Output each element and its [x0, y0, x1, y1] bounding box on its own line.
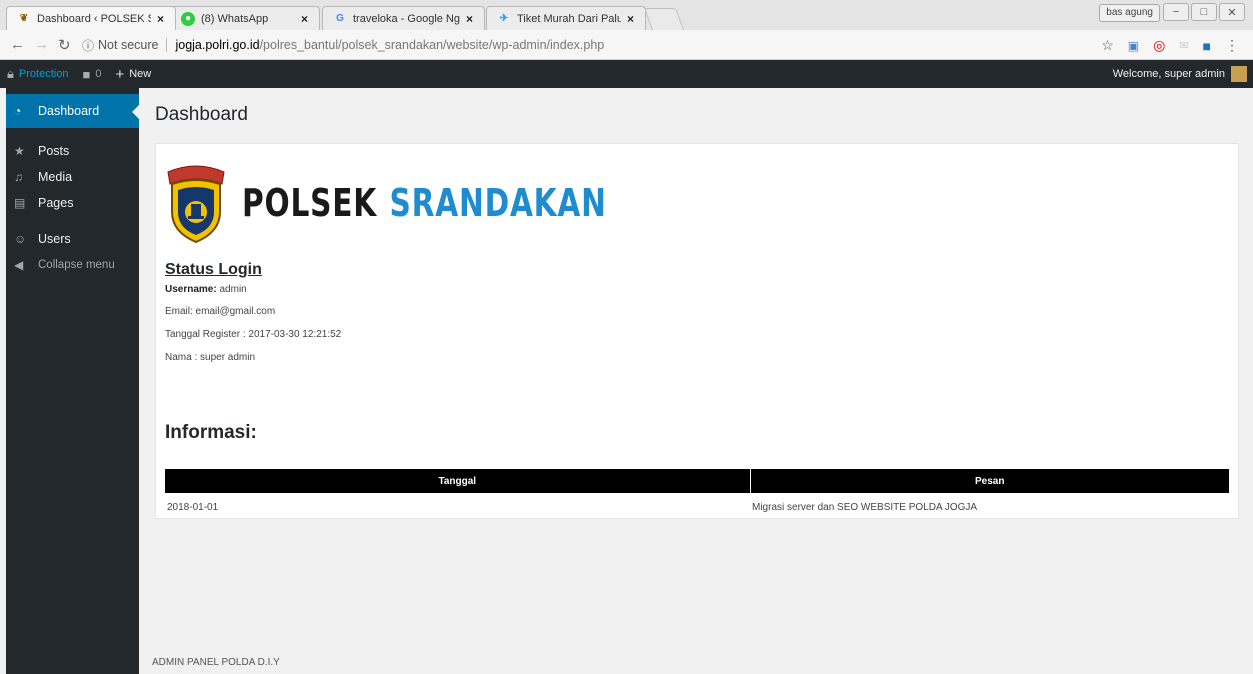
sidebar-item-label: Pages — [38, 196, 74, 210]
users-icon: ☺ — [14, 232, 27, 246]
sidebar-item-media[interactable]: ♫ Media — [6, 164, 139, 190]
sidebar-item-posts[interactable]: ★ Posts — [6, 138, 139, 164]
whatsapp-icon: ● — [181, 11, 195, 26]
table-row: 2018-01-01 Migrasi server dan SEO WEBSIT… — [165, 493, 1229, 521]
cell-tanggal: 2018-01-01 — [167, 501, 219, 513]
sidebar-item-label: Users — [38, 232, 71, 246]
username-value: admin — [219, 284, 247, 295]
browser-toolbar: ← → ↻ ⓘ Not secure jogja.polri.go.id /po… — [0, 30, 1253, 60]
traveloka-icon: ✈ — [499, 13, 509, 24]
pages-icon: ▤ — [14, 196, 26, 210]
close-icon[interactable]: × — [466, 12, 478, 26]
address-bar[interactable]: ⓘ Not secure jogja.polri.go.id /polres_b… — [82, 34, 1102, 56]
tab-title: Tiket Murah Dari Palu ke — [517, 12, 621, 25]
bookmark-star-icon[interactable]: ☆ — [1101, 37, 1114, 54]
comments-count: 0 — [95, 68, 102, 80]
new-label: New — [129, 68, 152, 80]
collapse-menu-button[interactable]: ◀ Collapse menu — [6, 252, 139, 278]
avatar — [1231, 66, 1247, 82]
collapse-icon: ◀ — [14, 258, 24, 272]
google-icon: G — [336, 13, 344, 24]
column-header-pesan: Pesan — [750, 469, 1229, 493]
forward-arrow-icon[interactable]: → — [34, 36, 49, 53]
close-icon[interactable]: × — [157, 12, 169, 26]
police-badge-icon: ❦ — [19, 13, 29, 24]
sidebar-item-label: Dashboard — [38, 104, 100, 118]
extension-opera-icon[interactable]: ◎ — [1153, 37, 1165, 54]
register-date-line: Tanggal Register : 2017-03-30 12:21:52 — [165, 329, 342, 340]
email-line: Email: email@gmail.com — [165, 306, 276, 317]
sidebar-item-label: Media — [38, 170, 73, 184]
status-login-heading: Status Login — [165, 261, 262, 278]
new-content-link[interactable]: + New — [108, 60, 158, 88]
sidebar-item-dashboard[interactable]: ◔ Dashboard — [6, 94, 140, 128]
site-logo: POLSEK SRANDAKAN — [164, 162, 710, 244]
divider — [166, 38, 168, 52]
browser-tab-traveloka[interactable]: ✈ Tiket Murah Dari Palu ke × — [486, 6, 646, 30]
logo-word-srandakan: SRANDAKAN — [389, 181, 607, 225]
media-icon: ♫ — [14, 170, 23, 184]
minimize-icon[interactable]: − — [1163, 3, 1189, 21]
dashboard-icon: ◔ — [14, 104, 22, 118]
username-line: Username: admin — [165, 284, 247, 295]
sidebar-item-label: Posts — [38, 144, 70, 158]
admin-sidebar: ◔ Dashboard ★ Posts ♫ Media ▤ Pages ☺ Us… — [6, 88, 140, 674]
lock-icon: 🔒︎ — [7, 66, 14, 81]
tab-title: traveloka - Google Nggo — [353, 12, 460, 25]
tab-title: (8) WhatsApp — [201, 12, 269, 25]
pin-icon: ★ — [14, 144, 25, 158]
welcome-text: Welcome, super admin — [1112, 68, 1225, 80]
cell-pesan: Migrasi server dan SEO WEBSITE POLDA JOG… — [752, 501, 978, 513]
plus-icon: + — [115, 65, 125, 83]
browser-menu-icon[interactable]: ⋮ — [1225, 37, 1239, 54]
dashboard-panel: POLSEK SRANDAKAN Status Login Username: a… — [155, 143, 1239, 519]
sidebar-item-users[interactable]: ☺ Users — [6, 226, 139, 252]
username-label: Username: — [165, 284, 217, 295]
informasi-table: Tanggal Pesan 2018-01-01 Migrasi server … — [165, 469, 1229, 521]
comments-link[interactable]: ■ 0 — [75, 60, 108, 88]
close-icon[interactable]: × — [301, 12, 313, 26]
url-host: jogja.polri.go.id — [175, 38, 260, 52]
page-title: Dashboard — [155, 104, 248, 125]
window-close-icon[interactable]: ✕ — [1219, 3, 1245, 21]
browser-tab-google[interactable]: G traveloka - Google Nggo × — [322, 6, 485, 30]
window-controls: − □ ✕ — [1163, 3, 1245, 21]
security-indicator: Not secure — [98, 38, 159, 52]
informasi-heading: Informasi: — [165, 422, 257, 443]
police-badge-icon — [167, 165, 225, 244]
sidebar-item-label: Collapse menu — [38, 259, 115, 271]
extension-mail-icon[interactable]: ✉ — [1179, 39, 1188, 52]
maximize-icon[interactable]: □ — [1191, 3, 1217, 21]
protection-link[interactable]: 🔒︎ Protection — [0, 60, 75, 88]
url-path: /polres_bantul/polsek_srandakan/website/… — [259, 38, 605, 52]
name-line: Nama : super admin — [165, 352, 256, 363]
extension-badge-icon[interactable]: ■ — [1203, 38, 1211, 54]
logo-wordmark: POLSEK SRANDAKAN — [242, 181, 607, 225]
browser-tab-strip: ❦ Dashboard ‹ POLSEK SRA × ● (8) WhatsAp… — [0, 0, 1253, 30]
tab-title: Dashboard ‹ POLSEK SRA — [37, 12, 151, 25]
browser-tab-whatsapp[interactable]: ● (8) WhatsApp × — [170, 6, 320, 30]
extension-translate-icon[interactable]: ▣ — [1128, 39, 1139, 53]
back-arrow-icon[interactable]: ← — [10, 36, 25, 53]
extensions-area: ☆ ▣ ◎ ✉ ■ ⋮ — [1101, 37, 1239, 54]
info-circle-icon[interactable]: ⓘ — [82, 37, 94, 54]
reload-icon[interactable]: ↻ — [58, 36, 71, 54]
close-icon[interactable]: × — [627, 12, 639, 26]
profile-button[interactable]: bas agung — [1099, 4, 1160, 22]
column-header-tanggal: Tanggal — [165, 469, 751, 493]
account-menu[interactable]: Welcome, super admin — [1113, 60, 1247, 88]
browser-tab-dashboard[interactable]: ❦ Dashboard ‹ POLSEK SRA × — [6, 6, 176, 30]
comment-bubble-icon: ■ — [82, 66, 91, 82]
footer-text: ADMIN PANEL POLDA D.I.Y — [152, 657, 280, 668]
sidebar-item-pages[interactable]: ▤ Pages — [6, 190, 139, 216]
protection-label: Protection — [18, 68, 69, 80]
logo-word-polsek: POLSEK — [242, 181, 378, 225]
new-tab-button[interactable] — [643, 8, 685, 30]
wp-admin-bar: 🔒︎ Protection ■ 0 + New Welcome, super a… — [0, 60, 1253, 88]
